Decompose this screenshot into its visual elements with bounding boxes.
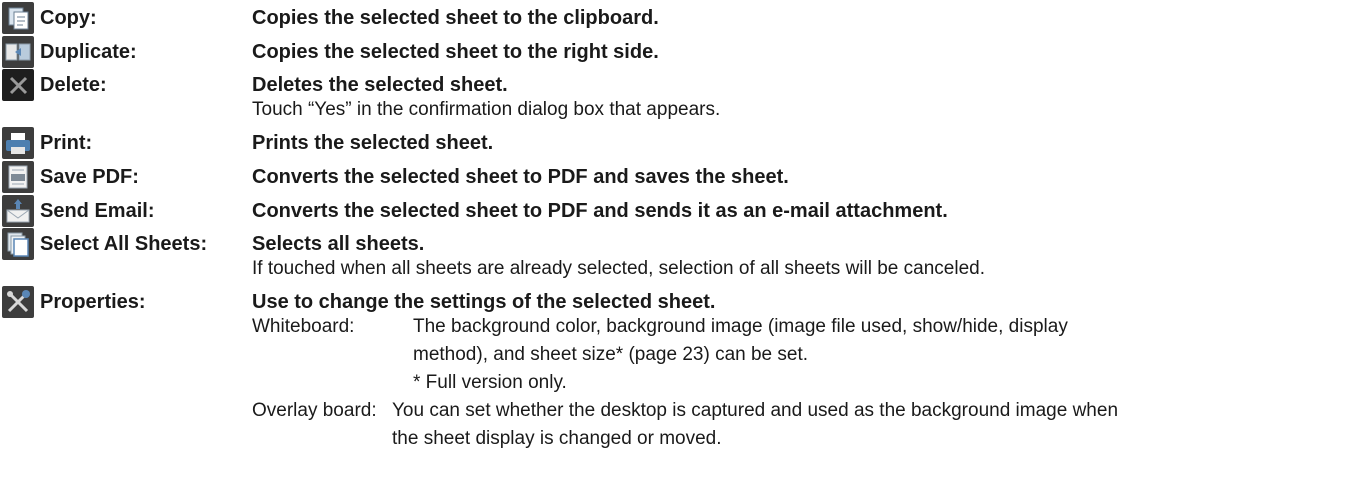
print-icon — [2, 127, 34, 159]
item-label: Delete: — [40, 74, 107, 96]
duplicate-icon — [2, 36, 34, 68]
item-description: Copies the selected sheet to the clipboa… — [252, 7, 659, 29]
overlay-board-line: the sheet display is changed or moved. — [392, 428, 722, 449]
item-note: If touched when all sheets are already s… — [252, 258, 985, 279]
whiteboard-definition: The background color, background image (… — [413, 313, 1353, 397]
item-label: Save PDF: — [40, 166, 139, 188]
whiteboard-line: method), and sheet size* (page 23) can b… — [413, 344, 809, 365]
whiteboard-term: Whiteboard: — [252, 316, 355, 337]
overlay-board-term: Overlay board: — [252, 400, 377, 421]
select-all-sheets-icon — [2, 228, 34, 260]
whiteboard-line: The background color, background image (… — [413, 316, 1068, 337]
item-label: Send Email: — [40, 200, 155, 222]
item-note: Touch “Yes” in the confirmation dialog b… — [252, 99, 721, 120]
whiteboard-line: * Full version only. — [413, 372, 567, 393]
item-description: Copies the selected sheet to the right s… — [252, 41, 659, 63]
properties-icon — [2, 286, 34, 318]
item-label: Properties: — [40, 291, 146, 313]
save-pdf-icon — [2, 161, 34, 193]
overlay-board-line: You can set whether the desktop is captu… — [392, 400, 1119, 421]
copy-icon — [2, 2, 34, 34]
item-label: Copy: — [40, 7, 97, 29]
item-label: Select All Sheets: — [40, 233, 208, 255]
overlay-board-definition: You can set whether the desktop is captu… — [392, 397, 1332, 453]
item-description: Prints the selected sheet. — [252, 132, 494, 154]
item-description: Converts the selected sheet to PDF and s… — [252, 200, 948, 222]
item-description: Converts the selected sheet to PDF and s… — [252, 166, 789, 188]
send-email-icon — [2, 195, 34, 227]
item-label: Print: — [40, 132, 93, 154]
delete-icon — [2, 69, 34, 101]
item-label: Duplicate: — [40, 41, 137, 63]
